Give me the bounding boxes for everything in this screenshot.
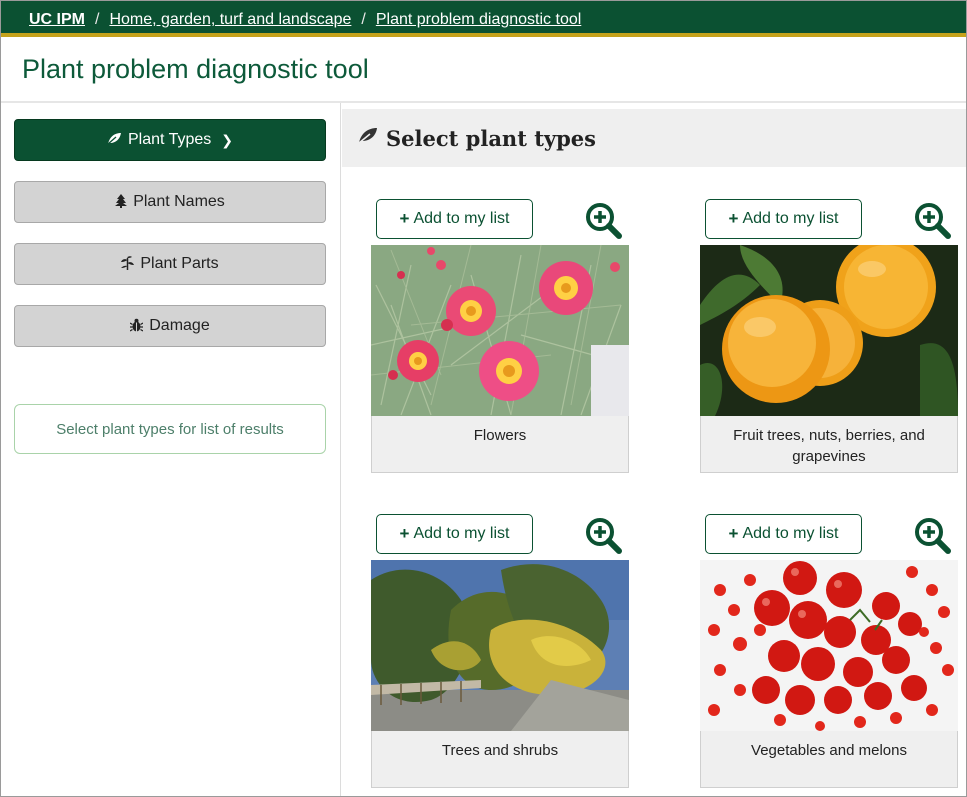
breadcrumb-link-diagnostic-tool[interactable]: Plant problem diagnostic tool	[376, 11, 581, 28]
main-panel: Select plant types + Add to my list Flow…	[342, 103, 966, 796]
plant-names-label: Plant Names	[133, 193, 225, 210]
breadcrumb-link-home-garden[interactable]: Home, garden, turf and landscape	[109, 11, 351, 28]
leaf-icon	[107, 132, 122, 148]
breadcrumb-bar: UC IPM / Home, garden, turf and landscape /…	[1, 1, 966, 37]
breadcrumb-root-link[interactable]: UC IPM	[29, 11, 85, 28]
add-to-list-button[interactable]: + Add to my list	[376, 199, 533, 239]
plus-icon: +	[399, 524, 410, 543]
add-to-list-button[interactable]: + Add to my list	[705, 514, 862, 554]
breadcrumb: UC IPM / Home, garden, turf and landscape /…	[29, 1, 581, 37]
add-to-list-label: Add to my list	[742, 210, 839, 227]
sidebar: Plant Types ❯ Plant Names Plant Parts Da…	[1, 103, 341, 796]
chevron-right-icon: ❯	[221, 131, 234, 148]
add-to-list-label: Add to my list	[742, 525, 839, 542]
section-heading: Select plant types	[386, 125, 596, 151]
pink-flower	[397, 340, 439, 382]
app-frame: UC IPM / Home, garden, turf and landscape /…	[0, 0, 967, 797]
plant-parts-button[interactable]: Plant Parts	[14, 243, 326, 285]
plant-icon	[121, 255, 135, 273]
card-caption: Flowers	[371, 416, 629, 473]
plant-names-button[interactable]: Plant Names	[14, 181, 326, 223]
add-to-list-button[interactable]: + Add to my list	[705, 199, 862, 239]
damage-button[interactable]: Damage	[14, 305, 326, 347]
results-hint-box: Select plant types for list of results	[14, 404, 326, 454]
plus-icon: +	[728, 209, 739, 228]
section-header: Select plant types	[342, 109, 966, 167]
plus-icon: +	[728, 524, 739, 543]
flowers-photo[interactable]	[371, 245, 629, 416]
plus-icon: +	[399, 209, 410, 228]
tomatoes-photo[interactable]	[700, 560, 958, 731]
zoom-in-icon[interactable]	[585, 202, 623, 240]
card-caption: Vegetables and melons	[700, 731, 958, 788]
damage-label: Damage	[149, 317, 210, 334]
tree-icon	[115, 193, 128, 211]
zoom-in-icon[interactable]	[914, 202, 952, 240]
trees-shrubs-photo[interactable]	[371, 560, 629, 731]
card-caption: Trees and shrubs	[371, 731, 629, 788]
zoom-in-icon[interactable]	[914, 517, 952, 555]
oranges-photo[interactable]	[700, 245, 958, 416]
bug-icon	[129, 318, 144, 335]
pink-flower	[446, 286, 496, 336]
leaf-icon	[358, 127, 378, 149]
pink-flower	[479, 341, 539, 401]
page-title: Plant problem diagnostic tool	[22, 54, 369, 84]
add-to-list-label: Add to my list	[413, 210, 510, 227]
add-to-list-button[interactable]: + Add to my list	[376, 514, 533, 554]
card-caption: Fruit trees, nuts, berries, and grapevin…	[700, 416, 958, 473]
pink-flower	[539, 261, 593, 315]
add-to-list-label: Add to my list	[413, 525, 510, 542]
plant-parts-label: Plant Parts	[140, 255, 219, 272]
zoom-in-icon[interactable]	[585, 517, 623, 555]
plant-types-button[interactable]: Plant Types ❯	[14, 119, 326, 161]
plant-types-label: Plant Types	[127, 131, 212, 148]
breadcrumb-separator: /	[95, 11, 100, 28]
breadcrumb-separator: /	[361, 11, 366, 28]
